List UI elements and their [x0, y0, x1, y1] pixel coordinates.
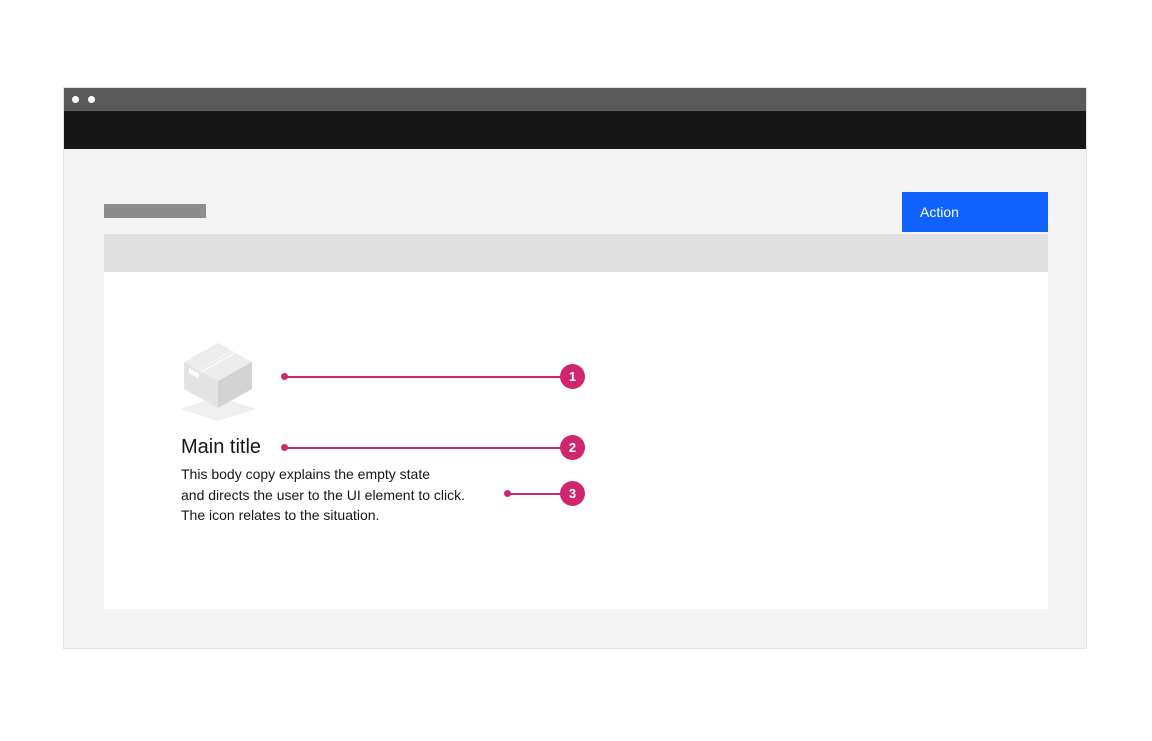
annotation-line: [287, 376, 561, 378]
window-dot-icon: [88, 96, 95, 103]
annotation-badge-1: 1: [560, 364, 585, 389]
table-header-bar: [104, 234, 1048, 272]
annotation-callout-2: 2: [281, 435, 585, 460]
package-box-icon: [181, 341, 255, 421]
annotation-callout-1: 1: [281, 364, 585, 389]
page-content: Action: [64, 149, 1086, 649]
annotation-badge-2: 2: [560, 435, 585, 460]
action-button[interactable]: Action: [902, 192, 1048, 232]
empty-state-body: This body copy explains the empty state …: [181, 464, 465, 526]
browser-titlebar: [64, 88, 1086, 111]
annotation-callout-3: 3: [504, 481, 585, 506]
design-spec-canvas: Action: [0, 0, 1152, 741]
empty-state-body-line: The icon relates to the situation.: [181, 505, 465, 526]
skeleton-text-bar: [104, 204, 206, 218]
annotation-badge-3: 3: [560, 481, 585, 506]
empty-state-body-line: This body copy explains the empty state: [181, 464, 465, 485]
annotation-line: [287, 447, 561, 449]
annotation-line: [510, 493, 561, 495]
window-dot-icon: [72, 96, 79, 103]
empty-state-body-line: and directs the user to the UI element t…: [181, 485, 465, 506]
empty-state-title: Main title: [181, 434, 261, 460]
app-header-bar: [64, 111, 1086, 149]
